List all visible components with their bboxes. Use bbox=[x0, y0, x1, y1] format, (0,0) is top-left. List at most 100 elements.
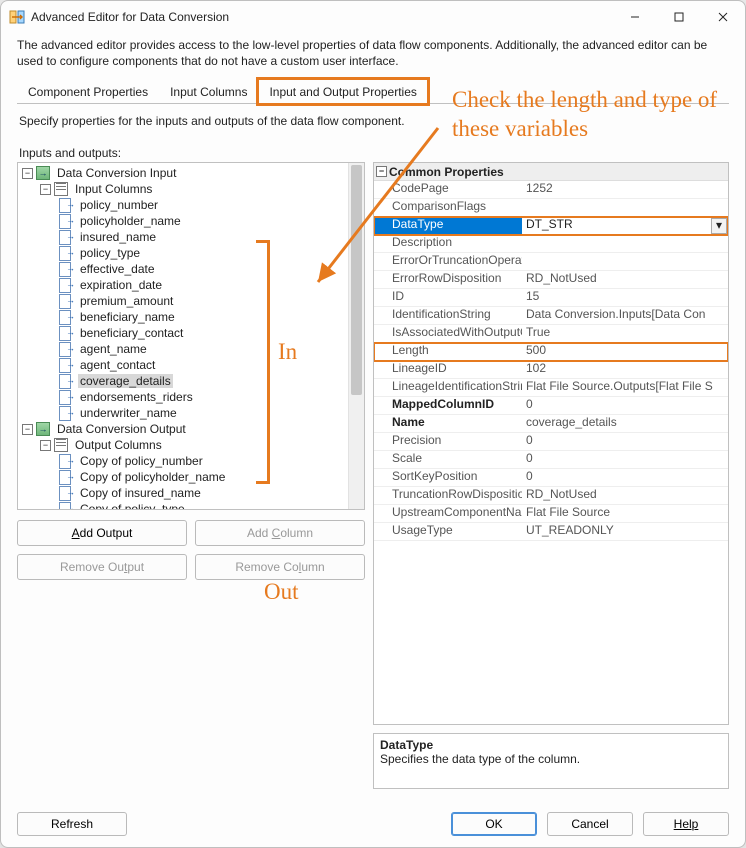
remove-column-button[interactable]: Remove Column bbox=[195, 554, 365, 580]
expander-icon[interactable] bbox=[22, 424, 33, 435]
property-row[interactable]: MappedColumnID0 bbox=[374, 397, 728, 415]
property-value[interactable]: DT_STR▾ bbox=[522, 217, 728, 234]
add-column-button[interactable]: Add Column bbox=[195, 520, 365, 546]
property-row[interactable]: IdentificationStringData Conversion.Inpu… bbox=[374, 307, 728, 325]
collapse-icon[interactable] bbox=[376, 166, 387, 177]
property-row[interactable]: CodePage1252 bbox=[374, 181, 728, 199]
property-row[interactable]: LineageIdentificationStringFlat File Sou… bbox=[374, 379, 728, 397]
property-grid[interactable]: Common Properties CodePage1252Comparison… bbox=[373, 162, 729, 725]
expander-icon[interactable] bbox=[22, 168, 33, 179]
tree-input-columns[interactable]: Input Columns bbox=[40, 181, 362, 197]
tab-strip: Component Properties Input Columns Input… bbox=[17, 79, 729, 104]
tree-column[interactable]: endorsements_riders bbox=[58, 389, 362, 405]
tree-column[interactable]: Copy of insured_name bbox=[58, 485, 362, 501]
maximize-button[interactable] bbox=[657, 1, 701, 33]
property-value[interactable]: 0 bbox=[522, 433, 728, 450]
property-row[interactable]: UpstreamComponentNameFlat File Source bbox=[374, 505, 728, 523]
column-icon bbox=[58, 293, 74, 309]
tree-column[interactable]: premium_amount bbox=[58, 293, 362, 309]
property-value[interactable]: 500 bbox=[522, 343, 728, 360]
property-row[interactable]: ErrorOrTruncationOperation bbox=[374, 253, 728, 271]
ok-button[interactable]: OK bbox=[451, 812, 537, 836]
tree-column[interactable]: policy_type bbox=[58, 245, 362, 261]
property-name: LineageID bbox=[374, 361, 522, 378]
property-value[interactable] bbox=[522, 235, 728, 252]
tree-column[interactable]: coverage_details bbox=[58, 373, 362, 389]
property-value[interactable]: 1252 bbox=[522, 181, 728, 198]
property-value[interactable]: UT_READONLY bbox=[522, 523, 728, 540]
cancel-button[interactable]: Cancel bbox=[547, 812, 633, 836]
tree-input-root[interactable]: Data Conversion Input bbox=[22, 165, 362, 181]
tree-output-root[interactable]: Data Conversion Output bbox=[22, 421, 362, 437]
expander-icon[interactable] bbox=[40, 184, 51, 195]
property-value[interactable]: RD_NotUsed bbox=[522, 487, 728, 504]
property-row[interactable]: Precision0 bbox=[374, 433, 728, 451]
input-icon bbox=[35, 165, 51, 181]
column-icon bbox=[58, 501, 74, 509]
property-row[interactable]: Description bbox=[374, 235, 728, 253]
property-row[interactable]: UsageTypeUT_READONLY bbox=[374, 523, 728, 541]
property-value[interactable]: Data Conversion.Inputs[Data Con bbox=[522, 307, 728, 324]
tree-column[interactable]: insured_name bbox=[58, 229, 362, 245]
property-row[interactable]: ID15 bbox=[374, 289, 728, 307]
property-row[interactable]: SortKeyPosition0 bbox=[374, 469, 728, 487]
property-value[interactable] bbox=[522, 199, 728, 216]
property-row[interactable]: Scale0 bbox=[374, 451, 728, 469]
tree-column[interactable]: beneficiary_contact bbox=[58, 325, 362, 341]
close-button[interactable] bbox=[701, 1, 745, 33]
tree-column[interactable]: policy_number bbox=[58, 197, 362, 213]
column-icon bbox=[58, 389, 74, 405]
property-value[interactable]: 15 bbox=[522, 289, 728, 306]
property-name: UpstreamComponentName bbox=[374, 505, 522, 522]
tree-buttons: Add Output Add Column Remove Output Remo… bbox=[17, 510, 365, 580]
tree-column[interactable]: agent_contact bbox=[58, 357, 362, 373]
tree-column[interactable]: underwriter_name bbox=[58, 405, 362, 421]
tree-column[interactable]: Copy of policy_type bbox=[58, 501, 362, 509]
tab-component-properties[interactable]: Component Properties bbox=[17, 79, 159, 104]
property-value[interactable]: coverage_details bbox=[522, 415, 728, 432]
property-value[interactable]: RD_NotUsed bbox=[522, 271, 728, 288]
column-icon bbox=[58, 453, 74, 469]
property-value[interactable]: 0 bbox=[522, 397, 728, 414]
tree-column[interactable]: effective_date bbox=[58, 261, 362, 277]
property-name: IdentificationString bbox=[374, 307, 522, 324]
tree-column[interactable]: Copy of policyholder_name bbox=[58, 469, 362, 485]
property-row[interactable]: Namecoverage_details bbox=[374, 415, 728, 433]
property-value[interactable]: 0 bbox=[522, 469, 728, 486]
category-label: Common Properties bbox=[389, 165, 504, 179]
property-row[interactable]: LineageID102 bbox=[374, 361, 728, 379]
tree-output-columns[interactable]: Output Columns bbox=[40, 437, 362, 453]
help-button[interactable]: Help bbox=[643, 812, 729, 836]
tree-column[interactable]: agent_name bbox=[58, 341, 362, 357]
add-output-button[interactable]: Add Output bbox=[17, 520, 187, 546]
tree-column[interactable]: Copy of policy_number bbox=[58, 453, 362, 469]
property-value[interactable]: Flat File Source bbox=[522, 505, 728, 522]
refresh-button[interactable]: Refresh bbox=[17, 812, 127, 836]
property-value[interactable]: 0 bbox=[522, 451, 728, 468]
property-row[interactable]: ErrorRowDispositionRD_NotUsed bbox=[374, 271, 728, 289]
tree-item-label: expiration_date bbox=[78, 278, 164, 292]
tree-column[interactable]: beneficiary_name bbox=[58, 309, 362, 325]
tree-scrollbar[interactable] bbox=[348, 163, 364, 509]
tree-item-label: policy_number bbox=[78, 198, 160, 212]
minimize-button[interactable] bbox=[613, 1, 657, 33]
property-row[interactable]: IsAssociatedWithOutputColumnTrue bbox=[374, 325, 728, 343]
tree-column[interactable]: policyholder_name bbox=[58, 213, 362, 229]
property-category[interactable]: Common Properties bbox=[374, 163, 728, 181]
property-value[interactable] bbox=[522, 253, 728, 270]
property-row[interactable]: DataTypeDT_STR▾ bbox=[374, 217, 728, 235]
tab-input-columns[interactable]: Input Columns bbox=[159, 79, 258, 104]
property-name: DataType bbox=[374, 217, 522, 234]
property-value[interactable]: True bbox=[522, 325, 728, 342]
io-tree[interactable]: Data Conversion InputInput Columnspolicy… bbox=[18, 163, 364, 509]
tab-input-output-properties[interactable]: Input and Output Properties bbox=[258, 79, 427, 104]
property-row[interactable]: TruncationRowDispositionRD_NotUsed bbox=[374, 487, 728, 505]
property-value[interactable]: Flat File Source.Outputs[Flat File S bbox=[522, 379, 728, 396]
tree-column[interactable]: expiration_date bbox=[58, 277, 362, 293]
property-value[interactable]: 102 bbox=[522, 361, 728, 378]
property-row[interactable]: ComparisonFlags bbox=[374, 199, 728, 217]
dropdown-icon[interactable]: ▾ bbox=[711, 218, 727, 234]
remove-output-button[interactable]: Remove Output bbox=[17, 554, 187, 580]
property-row[interactable]: Length500 bbox=[374, 343, 728, 361]
expander-icon[interactable] bbox=[40, 440, 51, 451]
